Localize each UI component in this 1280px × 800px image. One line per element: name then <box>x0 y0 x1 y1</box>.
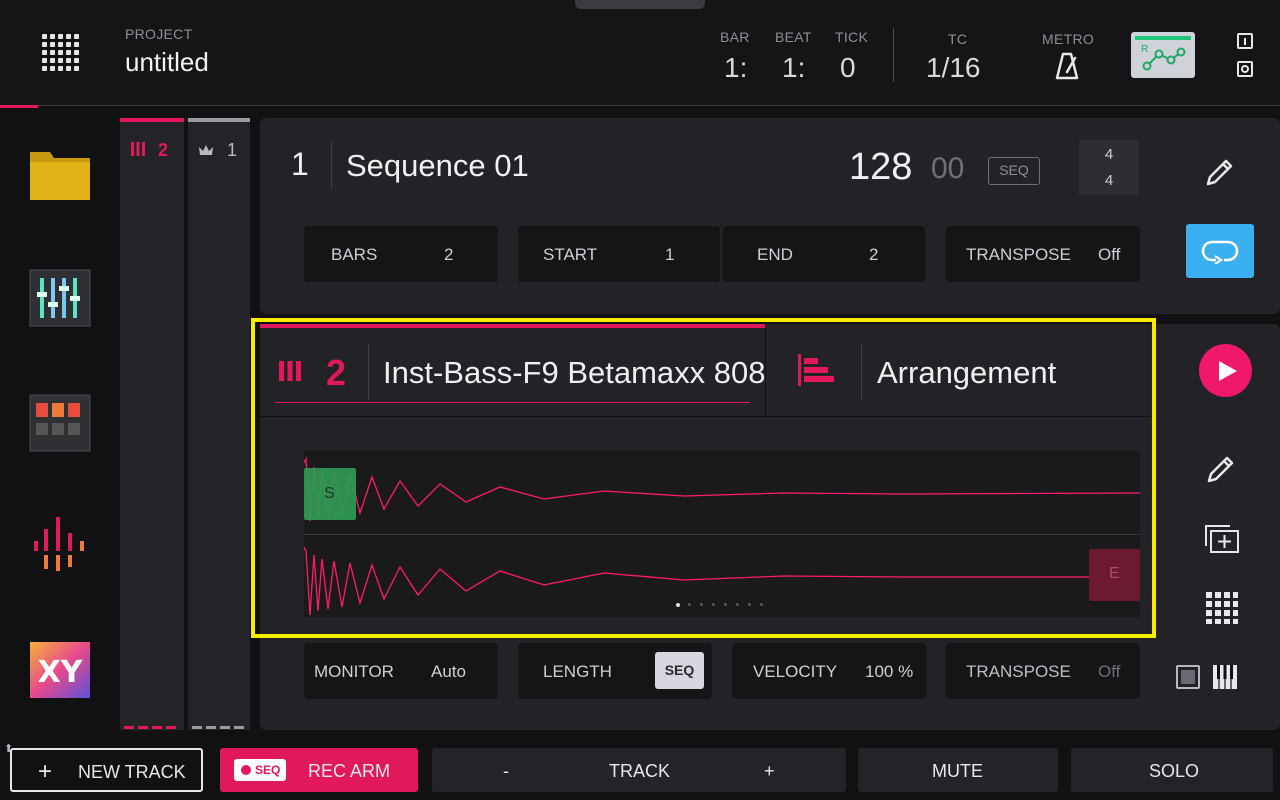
crown-icon <box>198 143 214 162</box>
velocity-label: VELOCITY <box>753 662 838 681</box>
tempo-mode-badge[interactable]: SEQ <box>988 157 1040 185</box>
track-tab-instrument-accent <box>120 118 184 122</box>
end-value: 2 <box>869 245 879 264</box>
project-label: PROJECT <box>125 26 193 42</box>
bar-value[interactable]: 1: <box>724 52 747 84</box>
track-tab-master-accent <box>188 118 250 122</box>
pencil-icon[interactable] <box>1204 156 1236 193</box>
timing-correct-value[interactable]: 1/16 <box>926 52 981 84</box>
solo-label: SOLO <box>1149 761 1200 781</box>
track-selector[interactable]: - TRACK + <box>432 748 846 792</box>
metro-label: METRO <box>1042 31 1095 47</box>
time-signature-bottom: 4 <box>1104 172 1114 189</box>
monitor-param[interactable]: MONITOR Auto <box>304 643 498 699</box>
header-accent-line <box>0 105 38 108</box>
master-tab-number: 1 <box>227 140 238 160</box>
header-divider <box>893 28 894 82</box>
new-track-label: NEW TRACK <box>78 762 186 782</box>
track-previous-button[interactable]: - <box>503 761 509 782</box>
master-page-indicator <box>192 726 248 729</box>
velocity-value: 100 % <box>865 662 914 681</box>
tempo-whole[interactable]: 128 <box>849 146 912 189</box>
mixer-icon[interactable] <box>28 268 92 328</box>
help-icon[interactable] <box>1237 33 1253 49</box>
project-name[interactable]: untitled <box>125 47 209 78</box>
end-param[interactable]: END 2 <box>723 226 925 282</box>
sample-edit-icon[interactable] <box>28 515 92 575</box>
sequence-transpose-value: Off <box>1098 245 1121 264</box>
automation-button[interactable]: R <box>1131 32 1195 78</box>
svg-text:XY: XY <box>38 655 84 690</box>
new-track-button[interactable]: + NEW TRACK <box>10 748 203 792</box>
time-signature[interactable]: 4 4 <box>1079 140 1139 195</box>
solo-button[interactable]: SOLO <box>1071 748 1273 792</box>
track-transpose-value: Off <box>1098 662 1121 681</box>
track-transpose-param[interactable]: TRANSPOSE Off <box>946 643 1140 699</box>
start-label: START <box>543 245 598 264</box>
bars-label: BARS <box>331 245 378 264</box>
automation-curve-icon <box>1142 47 1186 71</box>
record-dot-icon <box>241 765 251 775</box>
tick-value[interactable]: 0 <box>840 52 856 84</box>
track-tab-instrument[interactable] <box>120 118 184 730</box>
start-param[interactable]: START 1 <box>518 226 720 282</box>
tc-label: TC <box>948 31 968 47</box>
loop-button[interactable] <box>1186 224 1254 278</box>
beat-value[interactable]: 1: <box>782 52 805 84</box>
start-value: 1 <box>665 245 675 264</box>
play-icon <box>1219 361 1237 381</box>
track-transpose-label: TRANSPOSE <box>966 662 1071 681</box>
track-tab-number: 2 <box>158 140 169 160</box>
bar-label: BAR <box>720 29 750 45</box>
mute-label: MUTE <box>932 761 983 781</box>
sequence-number: 1 <box>291 146 309 182</box>
track-selector-label: TRACK <box>609 761 671 781</box>
monitor-label: MONITOR <box>314 662 394 681</box>
velocity-param[interactable]: VELOCITY 100 % <box>732 643 926 699</box>
beat-label: BEAT <box>775 29 812 45</box>
settings-icon[interactable] <box>1237 61 1253 77</box>
length-label: LENGTH <box>543 662 612 681</box>
add-clip-icon[interactable] <box>1204 524 1240 559</box>
rec-seq-badge: SEQ <box>234 759 286 781</box>
piano-roll-icon[interactable] <box>1212 664 1238 695</box>
metronome-icon[interactable] <box>1054 52 1080 80</box>
length-value: SEQ <box>655 652 704 689</box>
sequence-divider <box>331 142 332 190</box>
loop-icon <box>1201 240 1239 264</box>
sequence-transpose-param[interactable]: TRANSPOSE Off <box>946 226 1140 282</box>
play-button[interactable] <box>1199 344 1252 397</box>
automation-bar <box>1135 36 1191 40</box>
pull-down-handle[interactable] <box>575 0 705 9</box>
main-menu-grid-icon[interactable] <box>42 34 80 72</box>
sequence-transpose-label: TRANSPOSE <box>966 245 1071 264</box>
track-pencil-icon[interactable] <box>1205 453 1237 490</box>
plus-icon: + <box>38 758 53 785</box>
track-next-button[interactable]: + <box>764 761 775 782</box>
browser-folder-icon[interactable] <box>28 148 92 208</box>
channel-mixer-icon[interactable] <box>28 393 92 453</box>
rec-arm-label: REC ARM <box>308 761 391 781</box>
pad-grid-icon[interactable] <box>1206 592 1238 629</box>
highlight-frame <box>251 318 1156 638</box>
bars-param[interactable]: BARS 2 <box>304 226 498 282</box>
rec-badge-label: SEQ <box>255 763 281 777</box>
rec-arm-button[interactable]: SEQ REC ARM <box>220 748 418 792</box>
tick-label: TICK <box>835 29 869 45</box>
monitor-value: Auto <box>431 662 466 681</box>
track-tab-master[interactable] <box>188 118 250 730</box>
end-label: END <box>757 245 793 264</box>
track-page-indicator <box>124 726 180 729</box>
length-param[interactable]: LENGTH SEQ <box>518 643 712 699</box>
bars-value: 2 <box>444 245 454 264</box>
clip-view-icon[interactable] <box>1176 665 1200 689</box>
sequence-name[interactable]: Sequence 01 <box>346 148 529 184</box>
tempo-fraction[interactable]: 00 <box>931 152 964 186</box>
time-signature-top: 4 <box>1104 146 1114 163</box>
mute-button[interactable]: MUTE <box>858 748 1058 792</box>
xyfx-icon[interactable]: XY <box>28 640 92 700</box>
keyboard-icon <box>130 141 146 162</box>
